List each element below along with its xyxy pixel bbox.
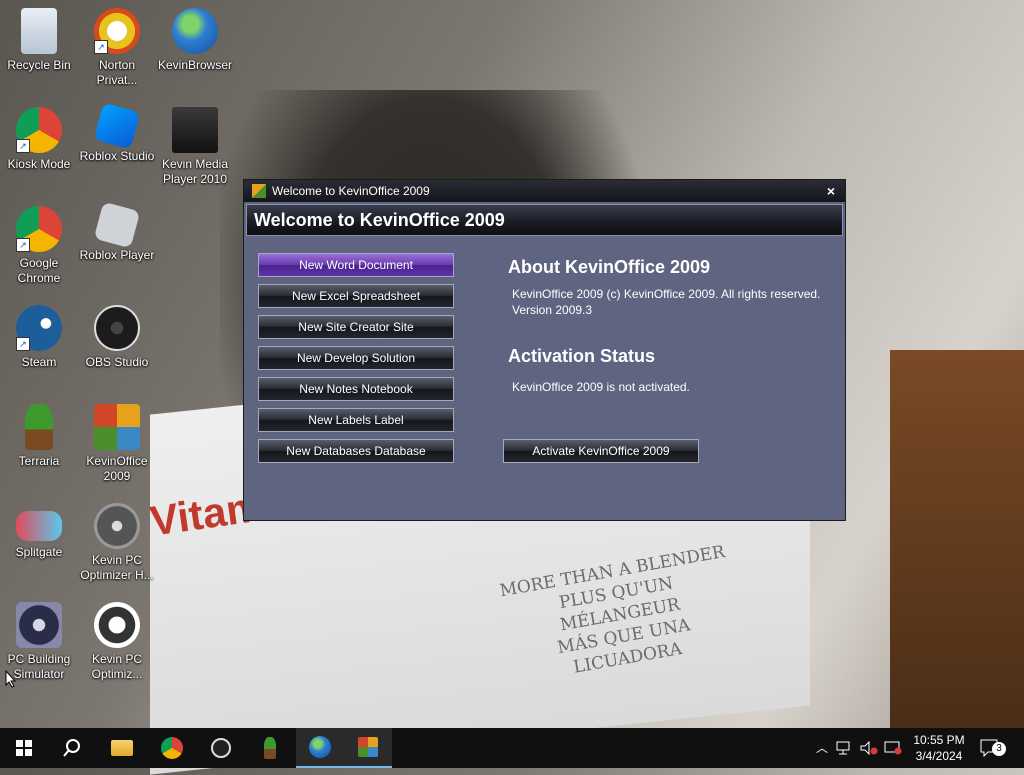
desktop-icon-roblox-player[interactable]: Roblox Player (79, 201, 155, 263)
desktop-icon-kevinbrowser[interactable]: KevinBrowser (157, 8, 233, 73)
dialog-titlebar[interactable]: Welcome to KevinOffice 2009 × (244, 180, 845, 202)
taskbar-obs[interactable] (197, 728, 245, 768)
gear-check-icon (94, 602, 140, 648)
new-excel-spreadsheet-button[interactable]: New Excel Spreadsheet (258, 284, 454, 308)
globe-icon (309, 736, 331, 758)
desktop-icon-obs-studio[interactable]: OBS Studio (79, 305, 155, 370)
taskbar-file-explorer[interactable] (98, 728, 146, 768)
search-icon (63, 739, 80, 757)
chrome-icon: ↗ (16, 206, 62, 252)
desktop-icon-kevin-media-player[interactable]: Kevin Media Player 2010 (157, 107, 233, 187)
display-icon (884, 741, 902, 755)
new-labels-label-button[interactable]: New Labels Label (258, 408, 454, 432)
notification-center-button[interactable]: 3 (980, 728, 1010, 768)
search-button[interactable] (48, 728, 96, 768)
dialog-title: Welcome to KevinOffice 2009 (272, 184, 430, 198)
desktop-icon-roblox-studio[interactable]: Roblox Studio (79, 102, 155, 164)
show-hidden-icons-button[interactable]: ︿ (812, 728, 832, 768)
network-button[interactable] (836, 728, 858, 768)
shortcut-arrow-icon: ↗ (16, 139, 30, 153)
speedometer-icon (94, 503, 140, 549)
kevinoffice-icon (358, 737, 378, 757)
desktop-icon-google-chrome[interactable]: ↗ Google Chrome (1, 206, 77, 286)
roblox-studio-icon (93, 102, 141, 150)
new-word-document-button[interactable]: New Word Document (258, 253, 454, 277)
desktop-icon-recycle-bin[interactable]: Recycle Bin (1, 8, 77, 73)
globe-icon (172, 8, 218, 54)
display-button[interactable] (884, 728, 906, 768)
taskbar-kevinbrowser[interactable] (296, 728, 344, 768)
activation-title: Activation Status (508, 346, 656, 366)
file-explorer-icon (111, 740, 133, 756)
shortcut-arrow-icon: ↗ (16, 337, 30, 351)
new-databases-database-button[interactable]: New Databases Database (258, 439, 454, 463)
taskbar-kevinoffice[interactable] (344, 728, 392, 768)
desktop-icon-kevin-pc-optimiz[interactable]: Kevin PC Optimiz... (79, 602, 155, 682)
shortcut-arrow-icon: ↗ (94, 40, 108, 54)
desktop-icon-steam[interactable]: ↗ Steam (1, 305, 77, 370)
activation-status-text: KevinOffice 2009 is not activated. (512, 380, 690, 394)
dialog-header: Welcome to KevinOffice 2009 (246, 204, 843, 236)
taskbar-clock[interactable]: 10:55 PM 3/4/2024 (908, 732, 970, 764)
steam-icon: ↗ (16, 305, 62, 351)
taskbar: ︿ 10:55 PM 3/4/2024 3 (0, 728, 1024, 768)
taskbar-chrome[interactable] (148, 728, 196, 768)
volume-muted-icon (860, 740, 878, 756)
kevinoffice-icon (94, 404, 140, 450)
desktop-icon-terraria[interactable]: Terraria (1, 404, 77, 469)
recycle-bin-icon (21, 8, 57, 54)
desktop-icon-norton[interactable]: ↗ Norton Privat... (79, 8, 155, 88)
new-develop-solution-button[interactable]: New Develop Solution (258, 346, 454, 370)
taskbar-terraria[interactable] (246, 728, 294, 768)
clock-date: 3/4/2024 (915, 749, 963, 763)
splitgate-icon (16, 511, 62, 541)
welcome-dialog: Welcome to KevinOffice 2009 × Welcome to… (243, 179, 846, 521)
about-title: About KevinOffice 2009 (508, 257, 711, 277)
roblox-icon (93, 201, 141, 249)
obs-icon (211, 738, 231, 758)
desktop-icon-kevin-pc-optimizer-h[interactable]: Kevin PC Optimizer H... (79, 503, 155, 583)
clock-time: 10:55 PM (913, 733, 965, 747)
about-version: Version 2009.3 (512, 303, 593, 317)
windows-start-icon (16, 740, 32, 756)
desktop-icon-kiosk-mode[interactable]: ↗ Kiosk Mode (1, 107, 77, 172)
mouse-cursor-icon (5, 670, 17, 688)
obs-icon (94, 305, 140, 351)
terraria-icon (25, 404, 53, 450)
chrome-icon (161, 737, 183, 759)
chrome-icon: ↗ (16, 107, 62, 153)
terraria-icon (264, 737, 276, 759)
start-button[interactable] (0, 728, 48, 768)
media-player-icon (172, 107, 218, 153)
kevinoffice-icon (252, 184, 266, 198)
fan-icon (16, 602, 62, 648)
volume-button[interactable] (860, 728, 882, 768)
norton-icon: ↗ (94, 8, 140, 54)
new-site-creator-site-button[interactable]: New Site Creator Site (258, 315, 454, 339)
desktop-icon-kevinoffice[interactable]: KevinOffice 2009 (79, 404, 155, 484)
about-copyright: KevinOffice 2009 (c) KevinOffice 2009. A… (512, 287, 821, 301)
desktop-icon-splitgate[interactable]: Splitgate (1, 503, 77, 560)
notification-count-badge: 3 (992, 742, 1006, 756)
network-icon (836, 741, 850, 755)
shortcut-arrow-icon: ↗ (16, 238, 30, 252)
chevron-up-icon: ︿ (815, 741, 828, 755)
close-button[interactable]: × (823, 180, 839, 202)
new-notes-notebook-button[interactable]: New Notes Notebook (258, 377, 454, 401)
activate-button[interactable]: Activate KevinOffice 2009 (503, 439, 699, 463)
wallpaper-chair (890, 350, 1024, 730)
